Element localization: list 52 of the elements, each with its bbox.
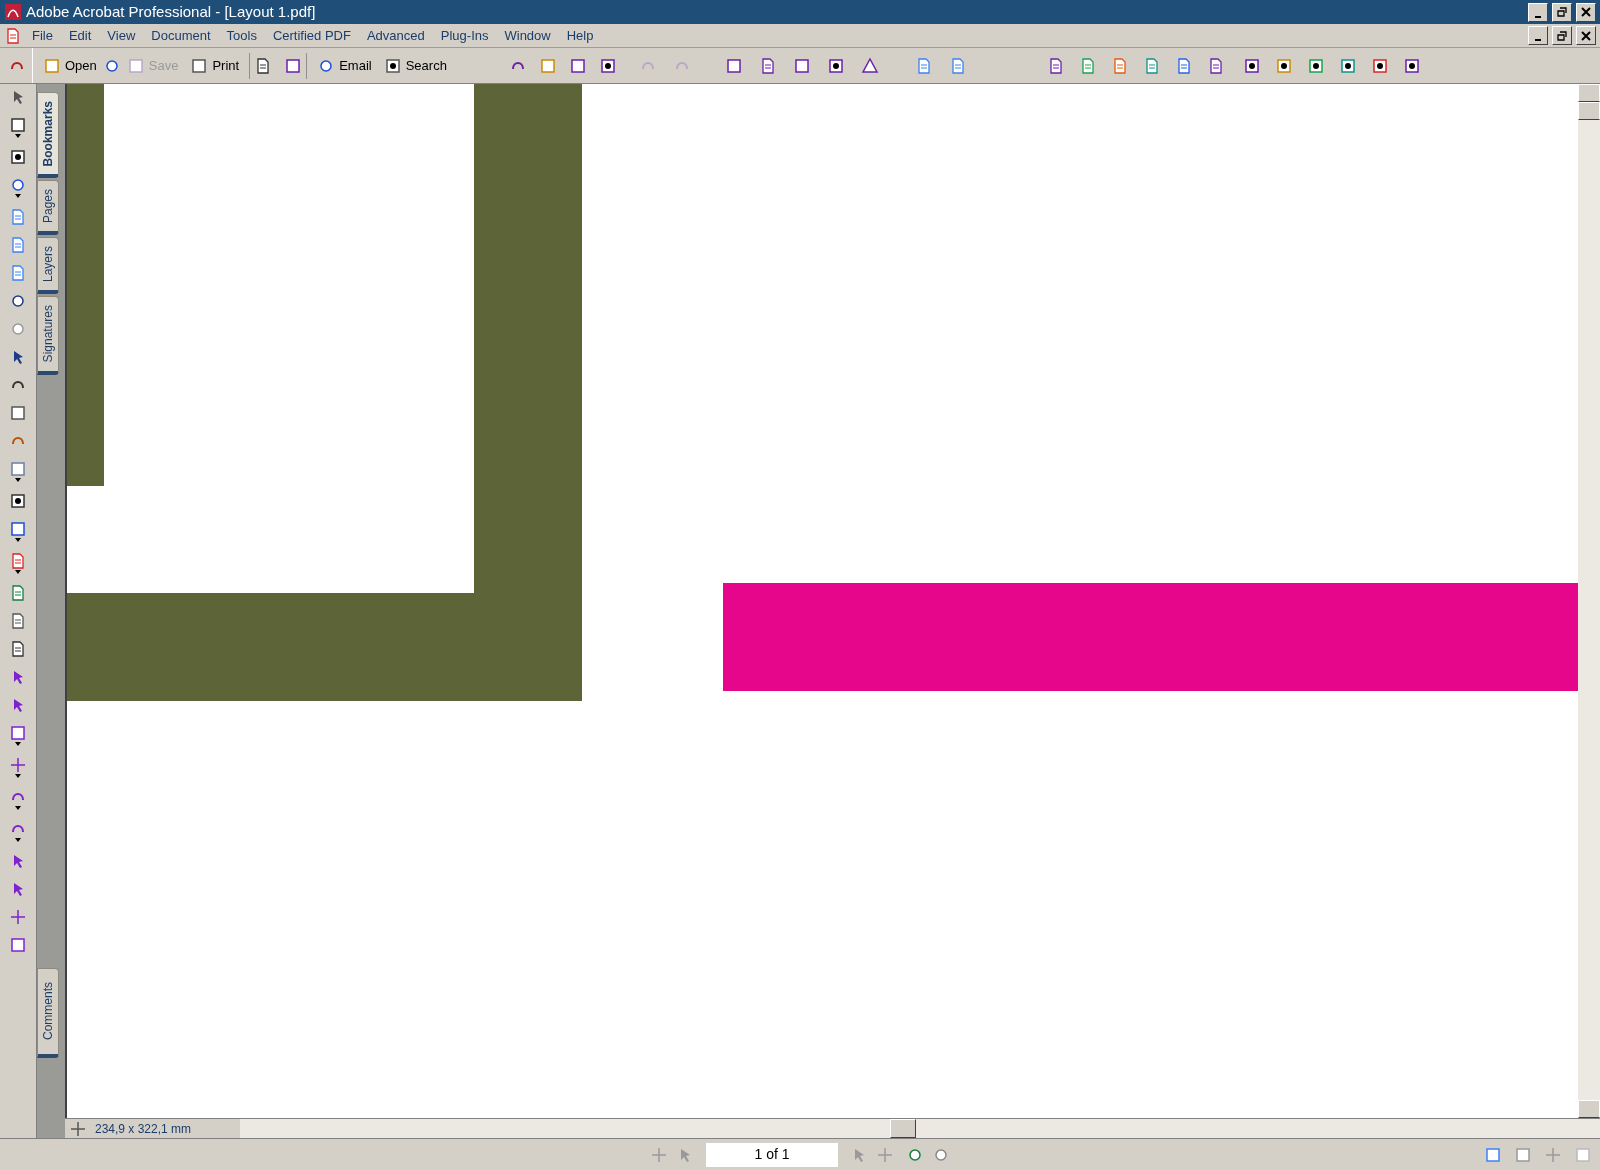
rectangle-icon[interactable] xyxy=(9,724,27,742)
side-tab[interactable]: Pages xyxy=(37,180,59,236)
page-number-field[interactable]: 1 of 1 xyxy=(706,1142,838,1167)
toolbar-button[interactable]: Print xyxy=(184,51,246,80)
menu-item[interactable]: View xyxy=(101,25,142,46)
close-button[interactable] xyxy=(1576,26,1596,45)
restore-button[interactable] xyxy=(1552,2,1572,22)
toolbar-button[interactable]: Open xyxy=(37,51,103,80)
vertical-scrollbar[interactable] xyxy=(1578,84,1600,1118)
caret-icon[interactable] xyxy=(15,742,21,746)
toolbar-button[interactable]: Email xyxy=(311,51,378,80)
window-title: Adobe Acrobat Professional - [Layout 1.pdf] xyxy=(26,1,317,22)
page-icon[interactable] xyxy=(9,264,27,282)
restore-icon xyxy=(1557,7,1567,17)
minimize-button[interactable] xyxy=(1528,2,1548,22)
page-icon[interactable] xyxy=(9,208,27,226)
menu-item[interactable]: Help xyxy=(560,25,600,46)
menu-item[interactable]: Plug-Ins xyxy=(434,25,495,46)
side-tab[interactable]: Signatures xyxy=(37,296,59,375)
menu-item[interactable]: Edit xyxy=(62,25,98,46)
menu-item[interactable]: Tools xyxy=(220,25,263,46)
toolbar-button[interactable]: Search xyxy=(377,51,453,80)
caret-icon[interactable] xyxy=(15,538,21,542)
warning-icon[interactable] xyxy=(860,56,879,75)
caret-icon[interactable] xyxy=(15,806,21,810)
minimize-icon xyxy=(1535,39,1541,41)
crosshair-icon[interactable] xyxy=(9,908,27,926)
caret-icon[interactable] xyxy=(15,838,21,842)
menu-item[interactable]: Document xyxy=(145,25,217,46)
menu-item[interactable]: Certified PDF xyxy=(266,25,357,46)
close-icon xyxy=(1581,30,1591,41)
minimize-button[interactable] xyxy=(1528,26,1548,45)
menu-item[interactable]: File xyxy=(26,25,59,46)
caret-icon[interactable] xyxy=(15,134,21,138)
page-icon[interactable] xyxy=(9,236,27,254)
side-tab[interactable]: Bookmarks xyxy=(37,92,59,179)
caret-icon[interactable] xyxy=(15,774,21,778)
close-button[interactable] xyxy=(1576,2,1596,22)
close-icon xyxy=(1581,7,1591,17)
caret-icon[interactable] xyxy=(15,478,21,482)
app-icon xyxy=(4,3,22,21)
menu-item[interactable]: Advanced xyxy=(360,25,431,46)
document-icon[interactable] xyxy=(4,26,22,45)
single-page-icon[interactable] xyxy=(1484,1145,1502,1164)
minimize-icon xyxy=(1535,15,1541,18)
restore-button[interactable] xyxy=(1552,26,1572,45)
page-size-label: 234,9 x 322,1 mm xyxy=(95,1120,192,1138)
side-tab[interactable]: Layers xyxy=(37,237,59,295)
menu-item[interactable]: Window xyxy=(498,25,557,46)
restore-icon xyxy=(1557,30,1567,41)
caret-icon[interactable] xyxy=(15,194,21,198)
side-tab[interactable]: Comments xyxy=(37,968,59,1058)
